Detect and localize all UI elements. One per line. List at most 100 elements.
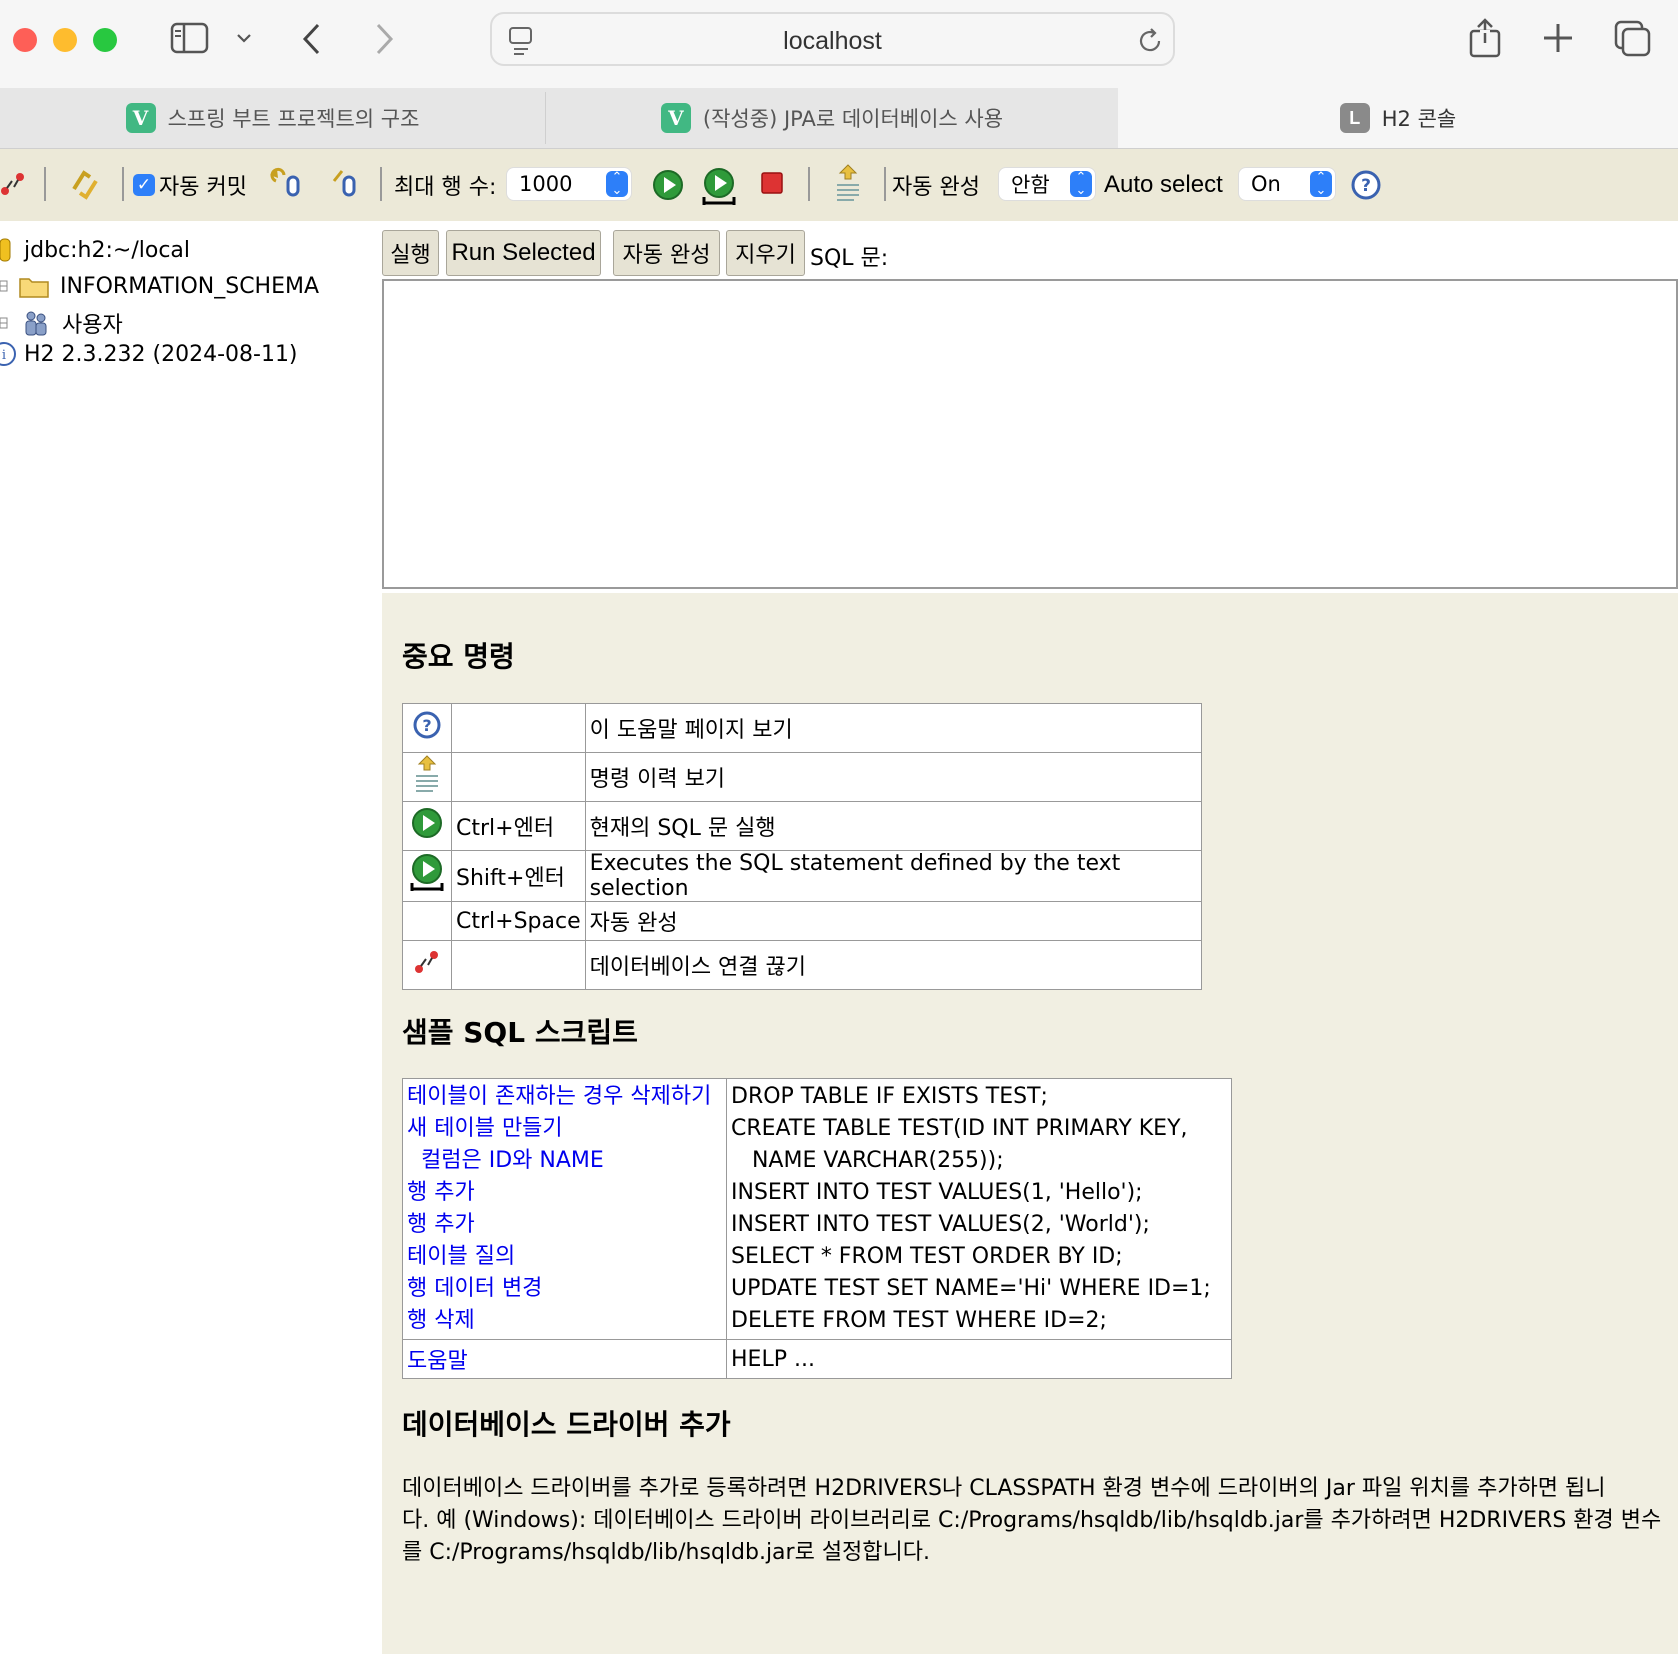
autocomplete-button[interactable]: 자동 완성: [613, 230, 720, 276]
sql-label: SQL 문:: [810, 246, 889, 271]
tree-version: i H2 2.3.232 (2024-08-11): [0, 341, 298, 367]
shortcut-cell: [451, 752, 586, 802]
autocommit-checkbox[interactable]: ✓: [133, 174, 155, 196]
clear-button[interactable]: 지우기: [726, 230, 805, 276]
sample-link[interactable]: 행 추가: [407, 1177, 722, 1209]
expand-icon[interactable]: [0, 316, 10, 330]
sample-link[interactable]: 테이블이 존재하는 경우 삭제하기: [407, 1081, 722, 1113]
sample-link[interactable]: 행 삭제: [407, 1305, 722, 1337]
back-icon[interactable]: [300, 22, 324, 56]
sql-line: CREATE TABLE TEST(ID INT PRIMARY KEY,: [731, 1116, 1188, 1141]
paragraph-line: 다. 예 (Windows): 데이터베이스 드라이버 라이브러리로 C:/Pr…: [402, 1508, 1662, 1533]
icon-cell: [402, 801, 452, 851]
sample-link[interactable]: 테이블 질의: [407, 1241, 722, 1273]
l-favicon-icon: L: [1339, 103, 1370, 133]
sample-labels-cell: 테이블이 존재하는 경우 삭제하기 새 테이블 만들기 컬럼은 ID와 NAME…: [402, 1078, 727, 1340]
v-favicon-icon: V: [125, 103, 156, 133]
tab-h2-console[interactable]: L H2 콘솔: [1118, 88, 1678, 148]
query-panel: 실행 Run Selected 자동 완성 지우기 SQL 문: 중요 명령 ?…: [382, 221, 1678, 1654]
sample-link[interactable]: 행 추가: [407, 1209, 722, 1241]
run-selected-icon[interactable]: [700, 167, 738, 207]
chevron-down-icon[interactable]: [236, 32, 252, 46]
run-selected-icon[interactable]: [408, 853, 446, 893]
disconnect-icon[interactable]: [412, 947, 442, 977]
autoselect-select[interactable]: On ⌃ ⌄: [1238, 167, 1336, 201]
forward-icon[interactable]: [372, 22, 396, 56]
icon-cell: [402, 850, 452, 902]
help-icon[interactable]: ?: [1350, 169, 1382, 201]
reload-icon[interactable]: [1137, 27, 1165, 55]
svg-text:i: i: [2, 348, 6, 363]
address-bar[interactable]: localhost: [490, 12, 1175, 66]
description-cell: 자동 완성: [584, 901, 1203, 941]
tab-label: (작성중) JPA로 데이터베이스 사용: [702, 107, 1004, 131]
tab-label: H2 콘솔: [1381, 107, 1457, 131]
icon-cell: [402, 901, 452, 941]
run-button[interactable]: 실행: [382, 230, 439, 276]
history-icon[interactable]: [413, 754, 441, 794]
rollback-icon[interactable]: [268, 167, 302, 199]
add-driver-paragraph: 데이터베이스 드라이버를 추가로 등록하려면 H2DRIVERS나 CLASSP…: [402, 1473, 1672, 1569]
commit-icon[interactable]: [330, 167, 360, 199]
tab-label: 스프링 부트 프로젝트의 구조: [167, 107, 420, 131]
sql-textarea[interactable]: [382, 279, 1678, 589]
add-driver-title: 데이터베이스 드라이버 추가: [402, 1408, 731, 1441]
autoselect-value: On: [1251, 172, 1281, 196]
new-tab-icon[interactable]: [1542, 22, 1574, 54]
sidebar-toggle-icon[interactable]: [170, 22, 210, 56]
table-row: 테이블이 존재하는 경우 삭제하기 새 테이블 만들기 컬럼은 ID와 NAME…: [402, 1078, 1232, 1340]
refresh-icon[interactable]: [68, 167, 102, 203]
autoselect-label: Auto select: [1104, 171, 1223, 198]
autocommit-toggle[interactable]: ✓ 자동 커밋: [133, 149, 247, 221]
stop-icon[interactable]: [760, 171, 784, 195]
description-cell: 이 도움말 페이지 보기: [584, 703, 1203, 753]
url-text: localhost: [783, 27, 882, 55]
h2-toolbar: ✓ 자동 커밋 최대 행 수: 1000 ⌃ ⌄ 자동 완성 안함 ⌃ ⌄ Au…: [0, 149, 1678, 221]
sql-line: DROP TABLE IF EXISTS TEST;: [731, 1084, 1048, 1109]
icon-cell: [402, 752, 452, 802]
tree-information-schema[interactable]: INFORMATION_SCHEMA: [0, 273, 319, 299]
max-rows-select[interactable]: 1000 ⌃ ⌄: [506, 167, 632, 201]
sql-line: INSERT INTO TEST VALUES(2, 'World');: [731, 1212, 1150, 1237]
select-arrows-icon: ⌃ ⌄: [1310, 171, 1332, 197]
tree-connection[interactable]: jdbc:h2:~/local: [0, 237, 190, 263]
autocommit-label: 자동 커밋: [159, 175, 247, 200]
tab-overview-icon[interactable]: [1614, 20, 1652, 58]
sql-line: UPDATE TEST SET NAME='Hi' WHERE ID=1;: [731, 1276, 1211, 1301]
schema-label: INFORMATION_SCHEMA: [60, 273, 320, 299]
autocomplete-select[interactable]: 안함 ⌃ ⌄: [998, 167, 1096, 201]
info-icon: i: [0, 342, 16, 366]
shortcut-cell: [451, 703, 586, 753]
run-selected-button[interactable]: Run Selected: [446, 230, 601, 276]
help-icon[interactable]: ?: [412, 710, 442, 740]
users-icon: [25, 311, 47, 336]
expand-icon[interactable]: [0, 279, 10, 293]
table-row: 명령 이력 보기: [402, 752, 1203, 802]
close-window-button[interactable]: [13, 28, 37, 52]
share-icon[interactable]: [1468, 18, 1502, 58]
svg-text:?: ?: [422, 716, 431, 735]
help-sql-cell: HELP ...: [726, 1339, 1232, 1379]
minimize-window-button[interactable]: [53, 28, 77, 52]
zoom-window-button[interactable]: [93, 28, 117, 52]
tab-jpa-database[interactable]: V (작성중) JPA로 데이터베이스 사용: [546, 88, 1118, 148]
sample-sql-table: 테이블이 존재하는 경우 삭제하기 새 테이블 만들기 컬럼은 ID와 NAME…: [402, 1078, 1232, 1379]
v-favicon-icon: V: [660, 103, 691, 133]
tree-users[interactable]: 사용자: [0, 307, 123, 339]
run-icon[interactable]: [652, 169, 684, 201]
shortcut-cell: Ctrl+엔터: [451, 801, 586, 851]
tab-spring-boot-structure[interactable]: V 스프링 부트 프로젝트의 구조: [0, 88, 545, 148]
sample-link[interactable]: 새 테이블 만들기: [407, 1113, 722, 1145]
sample-sql-cell: DROP TABLE IF EXISTS TEST; CREATE TABLE …: [726, 1078, 1232, 1340]
autocomplete-label: 자동 완성: [892, 175, 980, 200]
description-cell: 명령 이력 보기: [584, 752, 1203, 802]
autocomplete-value: 안함: [1011, 173, 1050, 197]
help-link[interactable]: 도움말: [407, 1349, 468, 1374]
run-icon[interactable]: [411, 807, 443, 839]
disconnect-icon[interactable]: [0, 169, 26, 199]
paragraph-line: 데이터베이스 드라이버를 추가로 등록하려면 H2DRIVERS나 CLASSP…: [402, 1476, 1606, 1501]
sample-link[interactable]: 컬럼은 ID와 NAME: [407, 1145, 722, 1177]
sample-link[interactable]: 행 데이터 변경: [407, 1273, 722, 1305]
users-label: 사용자: [62, 313, 123, 338]
history-icon[interactable]: [834, 163, 862, 205]
